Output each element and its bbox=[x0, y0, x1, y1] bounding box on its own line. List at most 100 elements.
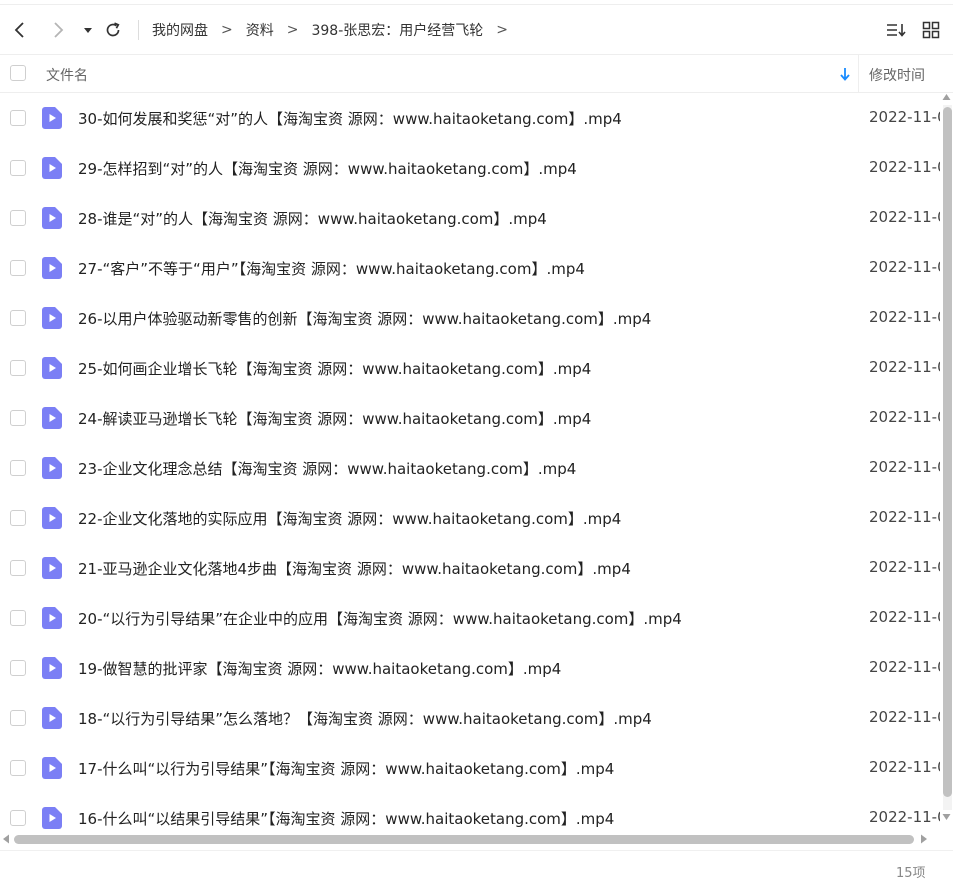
grid-view-icon bbox=[922, 21, 940, 39]
grid-view-button[interactable] bbox=[919, 18, 943, 42]
file-name[interactable]: 29-怎样招到“对”的人【海淘宝资 源网：www.haitaoketang.co… bbox=[78, 158, 577, 179]
file-name[interactable]: 24-解读亚马逊增长飞轮【海淘宝资 源网：www.haitaoketang.co… bbox=[78, 408, 591, 429]
row-checkbox[interactable] bbox=[10, 610, 26, 626]
file-name[interactable]: 20-“以行为引导结果”在企业中的应用【海淘宝资 源网：www.haitaoke… bbox=[78, 608, 682, 629]
breadcrumb-separator: > bbox=[496, 22, 508, 38]
file-modified-time: 2022-11-0 bbox=[869, 458, 940, 476]
toolbar-separator bbox=[138, 20, 139, 40]
file-list: 30-如何发展和奖惩“对”的人【海淘宝资 源网：www.haitaoketang… bbox=[0, 93, 940, 833]
file-name[interactable]: 21-亚马逊企业文化落地4步曲【海淘宝资 源网：www.haitaoketang… bbox=[78, 558, 631, 579]
file-row[interactable]: 18-“以行为引导结果”怎么落地？【海淘宝资 源网：www.haitaoketa… bbox=[0, 693, 940, 743]
video-file-icon bbox=[42, 257, 62, 279]
row-checkbox[interactable] bbox=[10, 810, 26, 826]
file-name[interactable]: 17-什么叫“以行为引导结果”【海淘宝资 源网：www.haitaoketang… bbox=[78, 758, 614, 779]
footer-divider bbox=[0, 850, 953, 851]
column-header-name[interactable]: 文件名 bbox=[46, 65, 88, 85]
breadcrumb: 我的网盘 > 资料 > 398-张思宏：用户经营飞轮 > bbox=[152, 6, 521, 54]
file-name[interactable]: 18-“以行为引导结果”怎么落地？【海淘宝资 源网：www.haitaoketa… bbox=[78, 708, 652, 729]
file-row[interactable]: 21-亚马逊企业文化落地4步曲【海淘宝资 源网：www.haitaoketang… bbox=[0, 543, 940, 593]
file-modified-time: 2022-11-0 bbox=[869, 608, 940, 626]
arrow-down-icon[interactable] bbox=[838, 66, 852, 82]
column-header-modified-time[interactable]: 修改时间 bbox=[869, 65, 925, 85]
sort-list-icon bbox=[887, 24, 906, 37]
file-modified-time: 2022-11-0 bbox=[869, 158, 940, 176]
file-row[interactable]: 30-如何发展和奖惩“对”的人【海淘宝资 源网：www.haitaoketang… bbox=[0, 93, 940, 143]
file-modified-time: 2022-11-0 bbox=[869, 208, 940, 226]
history-dropdown-button[interactable] bbox=[77, 18, 99, 42]
file-name[interactable]: 30-如何发展和奖惩“对”的人【海淘宝资 源网：www.haitaoketang… bbox=[78, 108, 622, 129]
file-name[interactable]: 19-做智慧的批评家【海淘宝资 源网：www.haitaoketang.com】… bbox=[78, 658, 561, 679]
row-checkbox[interactable] bbox=[10, 110, 26, 126]
row-checkbox[interactable] bbox=[10, 310, 26, 326]
video-file-icon bbox=[42, 807, 62, 829]
file-row[interactable]: 23-企业文化理念总结【海淘宝资 源网：www.haitaoketang.com… bbox=[0, 443, 940, 493]
row-checkbox[interactable] bbox=[10, 710, 26, 726]
row-checkbox[interactable] bbox=[10, 210, 26, 226]
forward-button[interactable] bbox=[47, 18, 69, 42]
sort-button[interactable] bbox=[884, 18, 908, 42]
horizontal-scroll-thumb[interactable] bbox=[14, 835, 914, 844]
file-name[interactable]: 22-企业文化落地的实际应用【海淘宝资 源网：www.haitaoketang.… bbox=[78, 508, 621, 529]
file-row[interactable]: 29-怎样招到“对”的人【海淘宝资 源网：www.haitaoketang.co… bbox=[0, 143, 940, 193]
file-row[interactable]: 27-“客户”不等于“用户”【海淘宝资 源网：www.haitaoketang.… bbox=[0, 243, 940, 293]
file-name[interactable]: 28-谁是“对”的人【海淘宝资 源网：www.haitaoketang.com】… bbox=[78, 208, 547, 229]
video-file-icon bbox=[42, 757, 62, 779]
video-file-icon bbox=[42, 107, 62, 129]
vertical-scroll-thumb[interactable] bbox=[943, 107, 952, 797]
file-row[interactable]: 20-“以行为引导结果”在企业中的应用【海淘宝资 源网：www.haitaoke… bbox=[0, 593, 940, 643]
scroll-right-arrow-icon[interactable] bbox=[920, 834, 928, 844]
video-file-icon bbox=[42, 707, 62, 729]
file-row[interactable]: 25-如何画企业增长飞轮【海淘宝资 源网：www.haitaoketang.co… bbox=[0, 343, 940, 393]
video-file-icon bbox=[42, 357, 62, 379]
row-checkbox[interactable] bbox=[10, 560, 26, 576]
video-file-icon bbox=[42, 557, 62, 579]
file-modified-time: 2022-11-0 bbox=[869, 508, 940, 526]
file-name[interactable]: 27-“客户”不等于“用户”【海淘宝资 源网：www.haitaoketang.… bbox=[78, 258, 585, 279]
row-checkbox[interactable] bbox=[10, 160, 26, 176]
vertical-scrollbar[interactable] bbox=[940, 93, 953, 833]
file-name[interactable]: 26-以用户体验驱动新零售的创新【海淘宝资 源网：www.haitaoketan… bbox=[78, 308, 651, 329]
item-count: 15项 bbox=[896, 866, 926, 881]
file-modified-time: 2022-11-0 bbox=[869, 258, 940, 276]
select-all-checkbox[interactable] bbox=[10, 65, 26, 81]
row-checkbox[interactable] bbox=[10, 760, 26, 776]
breadcrumb-item-folder[interactable]: 资料 bbox=[246, 20, 274, 40]
row-checkbox[interactable] bbox=[10, 410, 26, 426]
video-file-icon bbox=[42, 657, 62, 679]
refresh-button[interactable] bbox=[102, 18, 124, 42]
file-row[interactable]: 26-以用户体验驱动新零售的创新【海淘宝资 源网：www.haitaoketan… bbox=[0, 293, 940, 343]
scroll-up-arrow-icon[interactable] bbox=[942, 93, 951, 101]
file-row[interactable]: 19-做智慧的批评家【海淘宝资 源网：www.haitaoketang.com】… bbox=[0, 643, 940, 693]
file-row[interactable]: 28-谁是“对”的人【海淘宝资 源网：www.haitaoketang.com】… bbox=[0, 193, 940, 243]
file-row[interactable]: 17-什么叫“以行为引导结果”【海淘宝资 源网：www.haitaoketang… bbox=[0, 743, 940, 793]
row-checkbox[interactable] bbox=[10, 510, 26, 526]
video-file-icon bbox=[42, 507, 62, 529]
horizontal-scrollbar[interactable] bbox=[0, 832, 940, 846]
top-divider bbox=[0, 4, 953, 5]
toolbar: 我的网盘 > 资料 > 398-张思宏：用户经营飞轮 > bbox=[0, 6, 953, 54]
file-name[interactable]: 16-什么叫“以结果引导结果”【海淘宝资 源网：www.haitaoketang… bbox=[78, 808, 614, 829]
scroll-down-arrow-icon[interactable] bbox=[942, 813, 951, 821]
file-modified-time: 2022-11-0 bbox=[869, 558, 940, 576]
video-file-icon bbox=[42, 157, 62, 179]
row-checkbox[interactable] bbox=[10, 460, 26, 476]
file-name[interactable]: 25-如何画企业增长飞轮【海淘宝资 源网：www.haitaoketang.co… bbox=[78, 358, 591, 379]
video-file-icon bbox=[42, 307, 62, 329]
row-checkbox[interactable] bbox=[10, 260, 26, 276]
file-row[interactable]: 16-什么叫“以结果引导结果”【海淘宝资 源网：www.haitaoketang… bbox=[0, 793, 940, 833]
column-divider[interactable] bbox=[858, 55, 859, 92]
row-checkbox[interactable] bbox=[10, 660, 26, 676]
caret-down-icon bbox=[84, 28, 92, 33]
file-row[interactable]: 22-企业文化落地的实际应用【海淘宝资 源网：www.haitaoketang.… bbox=[0, 493, 940, 543]
video-file-icon bbox=[42, 407, 62, 429]
video-file-icon bbox=[42, 607, 62, 629]
breadcrumb-item-current[interactable]: 398-张思宏：用户经营飞轮 bbox=[311, 20, 483, 40]
scroll-left-arrow-icon[interactable] bbox=[2, 834, 10, 844]
file-name[interactable]: 23-企业文化理念总结【海淘宝资 源网：www.haitaoketang.com… bbox=[78, 458, 576, 479]
file-row[interactable]: 24-解读亚马逊增长飞轮【海淘宝资 源网：www.haitaoketang.co… bbox=[0, 393, 940, 443]
back-button[interactable] bbox=[9, 18, 31, 42]
list-header: 文件名 修改时间 bbox=[0, 54, 953, 93]
breadcrumb-item-root[interactable]: 我的网盘 bbox=[152, 20, 208, 40]
file-modified-time: 2022-11-0 bbox=[869, 108, 940, 126]
row-checkbox[interactable] bbox=[10, 360, 26, 376]
